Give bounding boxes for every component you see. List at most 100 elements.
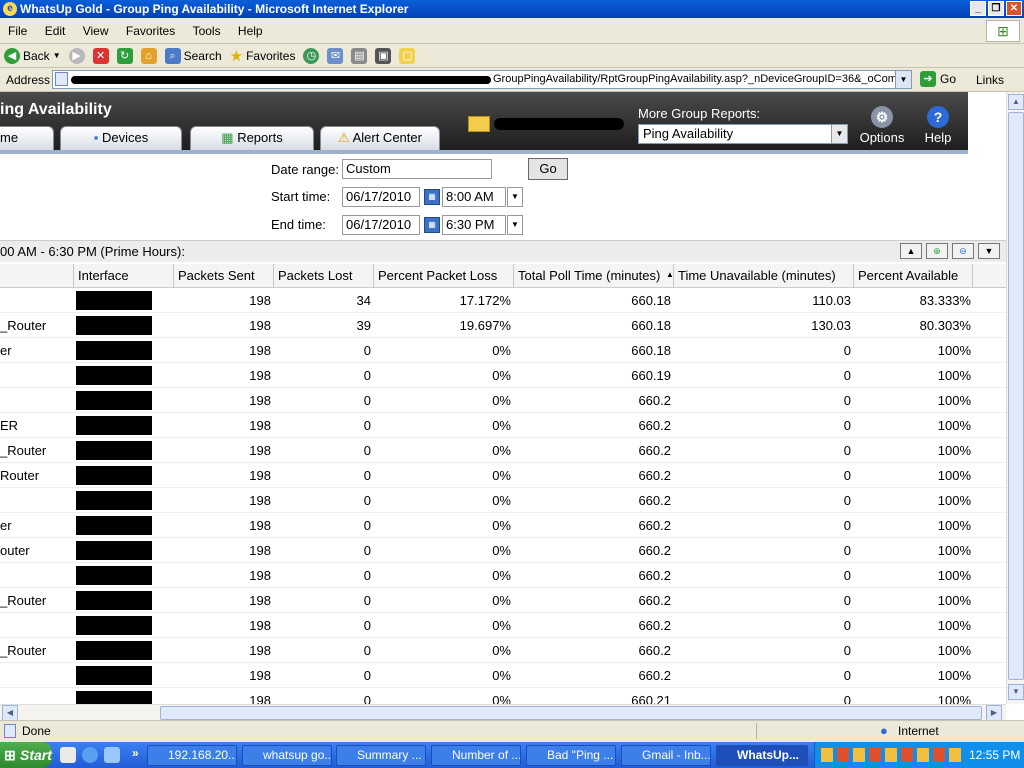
chevron-down-icon[interactable]: ▼: [507, 187, 523, 207]
end-time-input[interactable]: 6:30 PM: [442, 215, 506, 235]
end-date-input[interactable]: 06/17/2010: [342, 215, 420, 235]
scroll-down-icon[interactable]: ▼: [1008, 684, 1024, 700]
menu-view[interactable]: View: [75, 18, 115, 38]
chevron-down-icon[interactable]: ▼: [895, 71, 911, 88]
folder-icon[interactable]: [468, 116, 490, 132]
cell-device-name[interactable]: [0, 613, 72, 638]
date-range-input[interactable]: Custom: [342, 159, 492, 179]
back-button[interactable]: ◀ Back ▼: [4, 47, 61, 64]
cell-device-name[interactable]: _Router: [0, 313, 72, 338]
expand-down-icon[interactable]: ▼: [978, 243, 1000, 259]
menu-favorites[interactable]: Favorites: [118, 18, 181, 38]
restore-icon[interactable]: ❐: [988, 1, 1004, 16]
cell-device-name[interactable]: [0, 388, 72, 413]
go-button[interactable]: ➔ Go: [920, 71, 956, 87]
col-total-poll-time[interactable]: Total Poll Time (minutes): [513, 264, 673, 288]
home-icon[interactable]: ⌂: [140, 47, 157, 64]
cell-device-name[interactable]: _Router: [0, 588, 72, 613]
options-button[interactable]: ⚙ Options: [858, 106, 906, 145]
task-button-6[interactable]: Gmail - Inb...: [621, 745, 711, 766]
col-packets-sent[interactable]: Packets Sent: [173, 264, 273, 288]
refresh-icon[interactable]: ↻: [116, 47, 133, 64]
cell-device-name[interactable]: [0, 688, 72, 704]
calendar-icon[interactable]: ▦: [424, 217, 440, 233]
zoom-out-icon[interactable]: ⊖: [952, 243, 974, 259]
edit-icon[interactable]: ▣: [375, 47, 392, 64]
start-time-input[interactable]: 8:00 AM: [442, 187, 506, 207]
scroll-right-icon[interactable]: ▶: [986, 705, 1002, 721]
tab-devices[interactable]: ▪ Devices: [60, 126, 182, 150]
cell-device-name[interactable]: [0, 663, 72, 688]
forward-arrow-icon[interactable]: ▶: [68, 47, 85, 64]
report-select[interactable]: Ping Availability ▼: [638, 124, 848, 144]
search-button[interactable]: ⌕ Search: [164, 47, 222, 64]
page-content: ing Availability me ▪ Devices ▦ Reports …: [0, 92, 1006, 704]
quicklaunch-icon[interactable]: [60, 747, 76, 763]
cell-device-name[interactable]: er: [0, 513, 72, 538]
cell-device-name[interactable]: [0, 488, 72, 513]
cell-percent-loss: 0%: [492, 468, 511, 483]
menu-file[interactable]: File: [0, 18, 33, 38]
task-button-1[interactable]: 192.168.20...: [147, 745, 237, 766]
tray-icons[interactable]: [821, 748, 961, 762]
menu-help[interactable]: Help: [230, 18, 269, 38]
cell-device-name[interactable]: [0, 288, 72, 313]
cell-percent-available: 100%: [937, 693, 971, 704]
col-interface[interactable]: Interface: [73, 264, 173, 288]
col-packets-lost[interactable]: Packets Lost: [273, 264, 373, 288]
print-icon[interactable]: ▤: [351, 47, 368, 64]
address-input[interactable]: GroupPingAvailability/RptGroupPingAvaila…: [52, 70, 912, 89]
messenger-icon[interactable]: ▢: [399, 47, 416, 64]
menu-tools[interactable]: Tools: [185, 18, 227, 38]
horizontal-scrollbar[interactable]: ◀ ▶: [0, 704, 1006, 721]
cell-device-name[interactable]: [0, 563, 72, 588]
start-button[interactable]: ⊞ Start: [0, 742, 52, 768]
col-percent-loss[interactable]: Percent Packet Loss: [373, 264, 513, 288]
ie-quicklaunch-icon[interactable]: [82, 747, 98, 763]
task-button-4[interactable]: Number of ...: [431, 745, 521, 766]
collapse-up-icon[interactable]: ▲: [900, 243, 922, 259]
cell-device-name[interactable]: _Router: [0, 638, 72, 663]
col-percent-available[interactable]: Percent Available: [853, 264, 973, 288]
tab-home[interactable]: me: [0, 126, 54, 150]
favorites-button[interactable]: ★ Favorites: [230, 47, 296, 65]
quicklaunch-more-icon[interactable]: »: [132, 746, 139, 760]
start-date-input[interactable]: 06/17/2010: [342, 187, 420, 207]
task-button-2[interactable]: whatsup go...: [242, 745, 332, 766]
vertical-scroll-thumb[interactable]: [1008, 112, 1024, 680]
zoom-in-icon[interactable]: ⊕: [926, 243, 948, 259]
links-button[interactable]: Links: [976, 73, 1004, 87]
scroll-left-icon[interactable]: ◀: [2, 705, 18, 721]
cell-device-name[interactable]: _Router: [0, 438, 72, 463]
task-button-7[interactable]: WhatsUp...: [716, 745, 808, 766]
col-time-unavailable[interactable]: Time Unavailable (minutes): [673, 264, 853, 288]
chevron-down-icon[interactable]: ▼: [53, 51, 61, 60]
address-label: Address: [6, 73, 51, 87]
cell-device-name[interactable]: Router: [0, 463, 72, 488]
chevron-down-icon[interactable]: ▼: [831, 125, 847, 143]
tab-alert-center[interactable]: ⚠ Alert Center: [320, 126, 440, 150]
stop-icon[interactable]: ✕: [92, 47, 109, 64]
mail-icon[interactable]: ✉: [327, 47, 344, 64]
horizontal-scroll-thumb[interactable]: [160, 706, 982, 720]
menu-edit[interactable]: Edit: [37, 18, 72, 38]
close-icon[interactable]: ✕: [1006, 1, 1022, 16]
minimize-icon[interactable]: _: [970, 1, 986, 16]
task-button-5[interactable]: Bad "Ping ...: [526, 745, 616, 766]
task-button-3[interactable]: Summary ...: [336, 745, 426, 766]
history-icon[interactable]: ◷: [303, 47, 320, 64]
vertical-scrollbar[interactable]: ▲ ▼: [1006, 92, 1024, 704]
cell-device-name[interactable]: ER: [0, 413, 72, 438]
desktop-quicklaunch-icon[interactable]: [104, 747, 120, 763]
tab-reports[interactable]: ▦ Reports: [190, 126, 314, 150]
help-button[interactable]: ? Help: [918, 106, 958, 145]
status-bar: Done ● Internet: [0, 720, 1024, 742]
scroll-up-icon[interactable]: ▲: [1008, 94, 1024, 110]
go-report-button[interactable]: Go: [528, 158, 568, 180]
calendar-icon[interactable]: ▦: [424, 189, 440, 205]
chevron-down-icon[interactable]: ▼: [507, 215, 523, 235]
cell-device-name[interactable]: outer: [0, 538, 72, 563]
cell-total-poll-time: 660.2: [638, 518, 671, 533]
cell-device-name[interactable]: er: [0, 338, 72, 363]
cell-device-name[interactable]: [0, 363, 72, 388]
